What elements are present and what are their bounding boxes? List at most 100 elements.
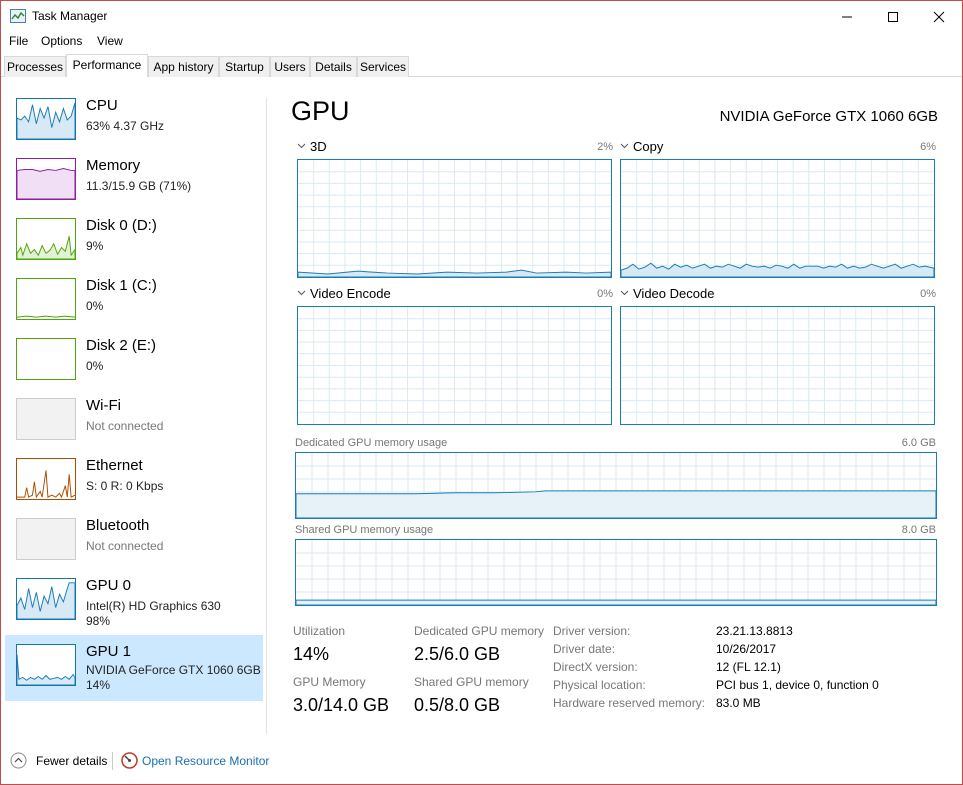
disk-2-name: Disk 2 (E:) [86,337,157,354]
chevron-down-icon[interactable] [620,142,629,150]
graph-pct-copy: 6% [920,141,936,153]
graph-pct-3d: 2% [597,141,613,153]
graph-3d [297,159,612,278]
footer-bar: Fewer details Open Resource Monitor [1,742,962,782]
graph-video-encode [297,306,612,425]
driver-date-label: Driver date: [553,642,616,656]
sidebar-item-gpu-1[interactable]: GPU 1 NVIDIA GeForce GTX 1060 6GB 14% [5,635,263,701]
chevron-down-icon[interactable] [620,289,629,297]
wifi-thumbnail-graph [16,398,76,440]
ethernet-thumbnail-graph [16,458,76,500]
tab-strip: Processes Performance App history Startu… [1,54,962,77]
sidebar-item-gpu-0[interactable]: GPU 0 Intel(R) HD Graphics 630 98% [5,572,263,638]
sidebar-item-memory[interactable]: Memory 11.3/15.9 GB (71%) [5,152,263,218]
sidebar-item-disk-2[interactable]: Disk 2 (E:) 0% [5,332,263,398]
tab-services[interactable]: Services [357,56,409,77]
gpu-0-thumbnail-graph [16,578,76,620]
sidebar-item-bluetooth[interactable]: Bluetooth Not connected [5,512,263,578]
utilization-label: Utilization [293,624,346,638]
physical-location-value: PCI bus 1, device 0, function 0 [716,678,879,692]
ethernet-throughput: S: 0 R: 0 Kbps [86,479,164,493]
menu-options[interactable]: Options [41,34,82,48]
tab-app-history[interactable]: App history [148,56,219,77]
gpu-1-model: NVIDIA GeForce GTX 1060 6GB [86,663,261,677]
gpu-0-model: Intel(R) HD Graphics 630 [86,599,221,613]
resource-monitor-icon[interactable] [121,752,138,769]
gpu-memory-label: GPU Memory [293,675,366,689]
sidebar-item-disk-0[interactable]: Disk 0 (D:) 9% [5,212,263,278]
shared-memory-value: 0.5/8.0 GB [414,695,501,715]
menu-file[interactable]: File [9,34,28,48]
graph-pct-video-encode: 0% [597,288,613,300]
disk-0-usage: 9% [86,239,104,253]
resource-sidebar: CPU 63% 4.37 GHz Memory 11.3/15.9 GB (71… [1,78,267,738]
disk-0-name: Disk 0 (D:) [86,217,157,234]
graph-label-copy[interactable]: Copy [633,139,663,154]
tab-startup[interactable]: Startup [219,56,270,77]
gpu-0-name: GPU 0 [86,577,132,594]
driver-date-value: 10/26/2017 [716,642,777,656]
bluetooth-thumbnail-graph [16,518,76,560]
gpu-1-name: GPU 1 [86,643,132,660]
directx-version-label: DirectX version: [553,660,638,674]
memory-usage: 11.3/15.9 GB (71%) [86,179,192,193]
chevron-down-icon[interactable] [297,142,306,150]
graph-shared-memory [295,539,937,606]
chevron-up-circle-icon[interactable] [10,752,27,769]
bluetooth-name: Bluetooth [86,517,150,534]
dedicated-memory-value: 2.5/6.0 GB [414,644,501,664]
memory-thumbnail-graph [16,158,76,200]
graph-video-decode [620,306,935,425]
open-resource-monitor-link[interactable]: Open Resource Monitor [142,754,269,768]
tab-processes[interactable]: Processes [4,56,66,77]
dedicated-memory-graph-label: Dedicated GPU memory usage [295,437,448,449]
utilization-value: 14% [293,644,330,664]
gpu-0-usage: 98% [86,614,111,628]
disk-1-name: Disk 1 (C:) [86,277,157,294]
dedicated-memory-label: Dedicated GPU memory [414,624,545,638]
driver-version-value: 23.21.13.8813 [716,624,793,638]
tab-users[interactable]: Users [270,56,310,77]
graph-label-video-decode[interactable]: Video Decode [633,286,714,301]
dedicated-memory-max: 6.0 GB [901,437,936,449]
disk-0-thumbnail-graph [16,218,76,260]
graph-label-3d[interactable]: 3D [310,139,327,154]
close-icon [933,11,945,22]
maximize-button[interactable] [870,1,916,32]
page-title: GPU [291,96,350,126]
tab-details[interactable]: Details [310,56,357,77]
disk-1-usage: 0% [86,299,104,313]
minimize-button[interactable] [824,1,870,32]
sidebar-item-ethernet[interactable]: Ethernet S: 0 R: 0 Kbps [5,452,263,518]
tab-performance[interactable]: Performance [66,54,148,77]
close-button[interactable] [916,1,962,32]
bluetooth-status: Not connected [86,539,164,553]
disk-1-thumbnail-graph [16,278,76,320]
sidebar-item-wifi[interactable]: Wi-Fi Not connected [5,392,263,458]
cpu-name: CPU [86,97,118,114]
sidebar-item-cpu[interactable]: CPU 63% 4.37 GHz [5,92,263,158]
graph-dedicated-memory [295,452,937,519]
sidebar-item-disk-1[interactable]: Disk 1 (C:) 0% [5,272,263,338]
shared-memory-label: Shared GPU memory [414,675,529,689]
wifi-name: Wi-Fi [86,397,121,414]
chevron-down-icon[interactable] [297,289,306,297]
fewer-details-link[interactable]: Fewer details [36,754,107,768]
cpu-thumbnail-graph [16,98,76,140]
task-manager-window: Task Manager File Options View Processes… [0,0,963,785]
task-manager-icon [10,9,26,23]
gpu-1-thumbnail-graph [16,644,76,686]
driver-version-label: Driver version: [553,624,631,638]
menu-view[interactable]: View [97,34,123,48]
reserved-memory-label: Hardware reserved memory: [553,696,706,710]
footer-divider [112,752,113,770]
gpu-1-usage: 14% [86,678,111,692]
title-bar: Task Manager [1,1,962,32]
disk-2-usage: 0% [86,359,104,373]
graph-label-video-encode[interactable]: Video Encode [310,286,391,301]
menu-bar: File Options View [1,32,962,52]
graph-pct-video-decode: 0% [920,288,936,300]
gpu-model-name: NVIDIA GeForce GTX 1060 6GB [719,108,938,125]
sidebar-divider [266,98,267,734]
window-title: Task Manager [32,9,108,23]
